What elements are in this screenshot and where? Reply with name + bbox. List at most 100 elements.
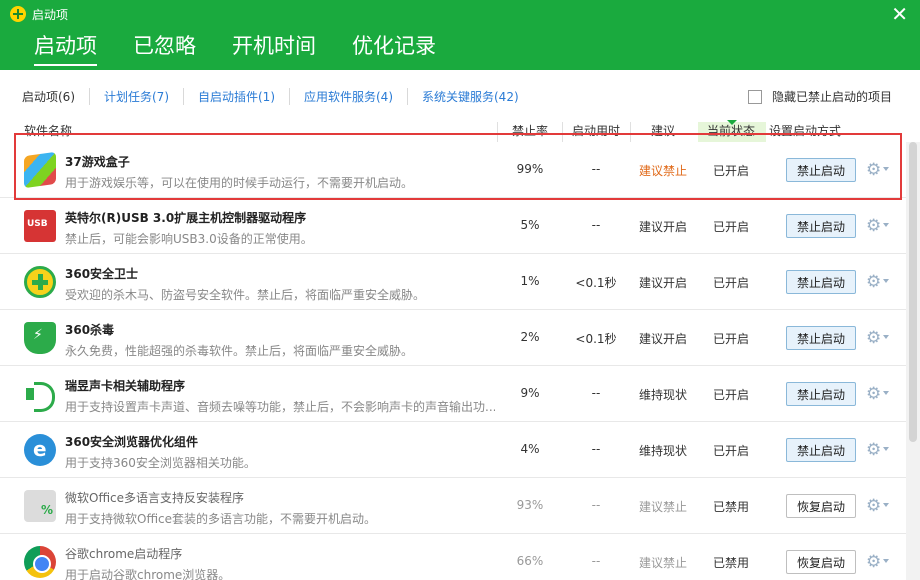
item-name: 瑞昱声卡相关辅助程序 (65, 379, 186, 393)
item-name: 360杀毒 (65, 323, 115, 337)
gear-icon[interactable]: ⚙ (866, 272, 881, 292)
disable-startup-button[interactable]: 禁止启动 (786, 326, 856, 350)
close-icon[interactable]: ✕ (891, 4, 908, 24)
disable-startup-button[interactable]: 禁止启动 (786, 382, 856, 406)
subtab-system-services[interactable]: 系统关键服务(42) (407, 87, 533, 105)
hide-disabled-option[interactable]: 隐藏已禁止启动的项目 (747, 88, 892, 105)
disable-startup-button[interactable]: 禁止启动 (786, 270, 856, 294)
disable-startup-button[interactable]: 禁止启动 (786, 438, 856, 462)
item-name: 谷歌chrome启动程序 (65, 547, 183, 561)
item-time: -- (591, 386, 601, 400)
table-row[interactable]: 360安全卫士 受欢迎的杀木马、防盗号安全软件。禁止后，将面临严重安全威胁。 1… (0, 254, 906, 310)
item-rate: 1% (520, 274, 540, 288)
hide-disabled-label: 隐藏已禁止启动的项目 (771, 90, 892, 104)
disable-startup-button[interactable]: 禁止启动 (786, 158, 856, 182)
restore-startup-button[interactable]: 恢复启动 (786, 550, 856, 574)
item-time: <0.1秒 (575, 332, 617, 346)
item-state: 已开启 (712, 388, 749, 402)
table-row[interactable]: 微软Office多语言支持反安装程序 用于支持微软Office套装的多语言功能，… (0, 478, 906, 534)
antivirus-shield-icon (24, 322, 56, 354)
col-divider (630, 122, 631, 142)
item-advice: 建议禁止 (638, 500, 687, 514)
item-desc: 用于启动谷歌chrome浏览器。 (65, 568, 231, 580)
item-time: <0.1秒 (575, 276, 617, 290)
window-title: 启动项 (32, 8, 69, 22)
shield-plus-icon (24, 266, 56, 298)
chevron-down-icon[interactable] (883, 279, 889, 283)
subtab-app-services[interactable]: 应用软件服务(4) (289, 87, 407, 105)
table-row[interactable]: 谷歌chrome启动程序 用于启动谷歌chrome浏览器。 66% -- 建议禁… (0, 534, 906, 580)
item-desc: 永久免费，性能超强的杀毒软件。禁止后，将面临严重安全威胁。 (65, 344, 414, 358)
restore-startup-button[interactable]: 恢复启动 (786, 494, 856, 518)
sub-tabs: 启动项(6) 计划任务(7) 自启动插件(1) 应用软件服务(4) 系统关键服务… (0, 70, 920, 122)
game-box-icon (24, 151, 56, 189)
item-rate: 99% (516, 162, 544, 176)
table-row[interactable]: 英特尔(R)USB 3.0扩展主机控制器驱动程序 禁止后，可能会影响USB3.0… (0, 198, 906, 254)
item-advice: 维持现状 (638, 388, 687, 402)
item-time: -- (591, 218, 601, 232)
gear-icon[interactable]: ⚙ (866, 216, 881, 236)
col-state[interactable]: 当前状态 (707, 122, 755, 139)
chevron-down-icon[interactable] (883, 335, 889, 339)
item-rate: 9% (520, 386, 540, 400)
chevron-down-icon[interactable] (883, 167, 889, 171)
usb-icon (24, 210, 56, 242)
item-state: 已开启 (712, 164, 749, 178)
item-name: 微软Office多语言支持反安装程序 (65, 491, 245, 505)
chevron-down-icon[interactable] (883, 503, 889, 507)
item-state: 已开启 (712, 444, 749, 458)
subtab-startup[interactable]: 启动项(6) (22, 88, 89, 105)
column-header: 软件名称 禁止率 启动用时 建议 当前状态 设置启动方式 (0, 120, 906, 142)
browser-icon (24, 434, 56, 466)
chevron-down-icon[interactable] (883, 223, 889, 227)
chevron-down-icon[interactable] (883, 559, 889, 563)
table-row[interactable]: 360安全浏览器优化组件 用于支持360安全浏览器相关功能。 4% -- 维持现… (0, 422, 906, 478)
subtab-plugins[interactable]: 自启动插件(1) (183, 87, 289, 105)
col-action: 设置启动方式 (769, 124, 842, 138)
chevron-down-icon[interactable] (883, 447, 889, 451)
subtab-scheduled-tasks[interactable]: 计划任务(7) (89, 87, 183, 105)
item-desc: 禁止后，可能会影响USB3.0设备的正常使用。 (65, 232, 313, 246)
item-name: 360安全浏览器优化组件 (65, 435, 199, 449)
col-name[interactable]: 软件名称 (24, 122, 72, 139)
table-row[interactable]: 37游戏盒子 用于游戏娱乐等，可以在使用的时候手动运行，不需要开机启动。 99%… (0, 142, 906, 198)
item-time: -- (591, 554, 601, 568)
item-rate: 93% (516, 498, 544, 512)
tab-startup-items[interactable]: 启动项 (34, 30, 97, 66)
gear-icon[interactable]: ⚙ (866, 552, 881, 572)
item-advice: 建议禁止 (638, 556, 687, 570)
item-advice: 建议开启 (638, 332, 687, 346)
table-row[interactable]: 瑞昱声卡相关辅助程序 用于支持设置声卡声道、音频去噪等功能，禁止后，不会影响声卡… (0, 366, 906, 422)
chevron-down-icon[interactable] (883, 391, 889, 395)
item-rate: 5% (520, 218, 540, 232)
col-divider (562, 122, 563, 142)
item-advice: 建议开启 (638, 220, 687, 234)
hide-disabled-checkbox[interactable] (747, 89, 762, 104)
gear-icon[interactable]: ⚙ (866, 440, 881, 460)
scrollbar-thumb[interactable] (909, 142, 917, 442)
speaker-icon (24, 378, 56, 412)
app-logo-icon (10, 6, 26, 22)
item-state: 已开启 (712, 220, 749, 234)
tab-ignored[interactable]: 已忽略 (133, 30, 196, 66)
col-time[interactable]: 启动用时 (572, 122, 620, 139)
disable-startup-button[interactable]: 禁止启动 (786, 214, 856, 238)
header-bar: 启动项 ✕ 启动项 已忽略 开机时间 优化记录 (0, 0, 920, 70)
col-rate[interactable]: 禁止率 (512, 122, 548, 139)
table-row[interactable]: 360杀毒 永久免费，性能超强的杀毒软件。禁止后，将面临严重安全威胁。 2% <… (0, 310, 906, 366)
gear-icon[interactable]: ⚙ (866, 384, 881, 404)
col-advice[interactable]: 建议 (651, 122, 675, 139)
tab-boot-time[interactable]: 开机时间 (232, 30, 316, 66)
item-rate: 66% (516, 554, 544, 568)
item-time: -- (591, 442, 601, 456)
gear-icon[interactable]: ⚙ (866, 328, 881, 348)
scrollbar[interactable] (906, 142, 920, 580)
tab-optimize-log[interactable]: 优化记录 (352, 30, 436, 66)
startup-list: 37游戏盒子 用于游戏娱乐等，可以在使用的时候手动运行，不需要开机启动。 99%… (0, 142, 906, 580)
item-time: -- (591, 498, 601, 512)
gear-icon[interactable]: ⚙ (866, 160, 881, 180)
item-advice: 维持现状 (638, 444, 687, 458)
item-time: -- (591, 162, 601, 176)
office-installer-icon (24, 490, 56, 522)
gear-icon[interactable]: ⚙ (866, 496, 881, 516)
